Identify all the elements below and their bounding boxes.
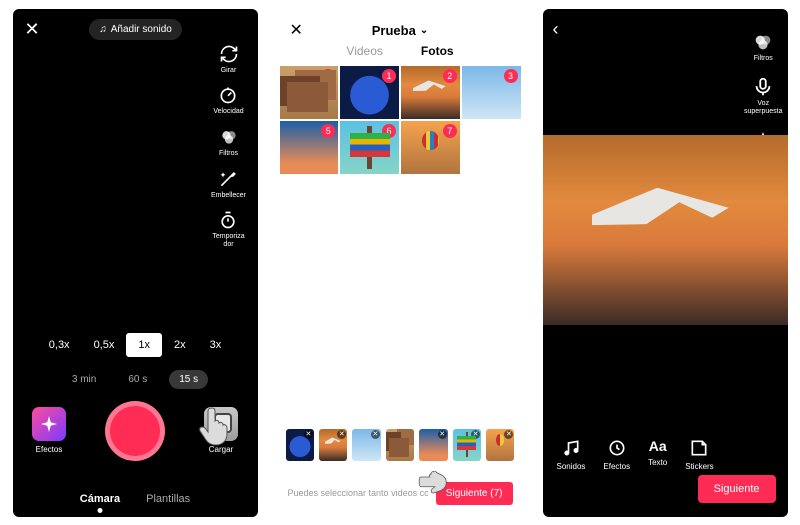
filters-icon xyxy=(752,31,774,53)
photo-cell[interactable]: 4 xyxy=(280,66,339,119)
flip-icon xyxy=(218,43,240,65)
close-icon[interactable]: ✕ xyxy=(290,20,303,40)
clock-icon xyxy=(607,438,627,458)
voiceover-button[interactable]: Voz superpuesta xyxy=(744,76,783,115)
pointer-hand-icon xyxy=(198,405,232,439)
music-note-icon: ♫ xyxy=(99,24,107,35)
selected-thumb[interactable]: ✕ xyxy=(319,429,347,461)
selected-thumb[interactable]: ✕ xyxy=(419,429,447,461)
speed-option[interactable]: 3x xyxy=(198,333,234,357)
chevron-down-icon: ⌄ xyxy=(420,25,428,36)
beautify-button[interactable]: Embellecer xyxy=(211,168,246,200)
speed-selector: 0,3x 0,5x 1x 2x 3x xyxy=(13,333,258,357)
mode-camera[interactable]: Cámara xyxy=(80,493,120,505)
speed-option[interactable]: 0,5x xyxy=(82,333,127,357)
next-button[interactable]: Siguiente xyxy=(698,475,776,503)
back-icon[interactable]: ‹ xyxy=(553,19,559,40)
photo-cell[interactable]: 2 xyxy=(401,66,460,119)
filters-button[interactable]: Filtros xyxy=(752,31,774,63)
tab-videos[interactable]: Videos xyxy=(346,44,382,58)
duration-option[interactable]: 3 min xyxy=(62,370,106,389)
remove-icon[interactable]: ✕ xyxy=(504,430,513,439)
speed-option-active[interactable]: 1x xyxy=(126,333,162,357)
timer-icon xyxy=(217,209,239,231)
text-icon: Aa xyxy=(649,438,667,454)
speed-option[interactable]: 2x xyxy=(162,333,198,357)
duration-option-active[interactable]: 15 s xyxy=(169,370,208,389)
photo-cell[interactable]: 1 xyxy=(340,66,399,119)
album-dropdown[interactable]: Prueba ⌄ xyxy=(372,23,428,38)
speed-button[interactable]: Velocidad xyxy=(213,84,243,116)
remove-icon[interactable]: ✕ xyxy=(337,430,346,439)
remove-icon[interactable]: ✕ xyxy=(471,430,480,439)
photo-cell[interactable]: 3 xyxy=(462,66,521,119)
timer-button[interactable]: Temporiza dor xyxy=(212,209,244,248)
add-sound-button[interactable]: ♫ Añadir sonido xyxy=(89,19,182,40)
camera-tools-rail: Girar Velocidad Filtros Embellecer Tempo… xyxy=(206,43,252,249)
effects-button[interactable]: Efectos xyxy=(32,407,66,454)
selected-thumb[interactable]: ✕ xyxy=(286,429,314,461)
tab-photos[interactable]: Fotos xyxy=(421,44,454,58)
video-preview[interactable] xyxy=(543,135,788,325)
effects-button[interactable]: Efectos xyxy=(603,438,630,471)
edit-bottom-tools: Sonidos Efectos Aa Texto Stickers xyxy=(543,438,788,471)
remove-icon[interactable]: ✕ xyxy=(371,430,380,439)
preview-screen: ‹ Filtros Voz superpuesta Mejorar Sonido… xyxy=(543,9,788,517)
flip-button[interactable]: Girar xyxy=(218,43,240,75)
selected-thumb[interactable]: ✕ xyxy=(352,429,380,461)
selected-thumb[interactable]: ✕ xyxy=(386,429,414,461)
remove-icon[interactable]: ✕ xyxy=(438,430,447,439)
pointer-hand-icon xyxy=(417,471,457,501)
microphone-icon xyxy=(752,76,774,98)
photo-cell[interactable]: 6 xyxy=(340,121,399,174)
camera-screen: ✕ ♫ Añadir sonido Girar Velocidad Filtro… xyxy=(13,9,258,517)
sticker-icon xyxy=(689,438,709,458)
photo-cell[interactable]: 5 xyxy=(280,121,339,174)
effects-icon xyxy=(32,407,66,441)
wand-icon xyxy=(217,168,239,190)
duration-selector: 3 min 60 s 15 s xyxy=(13,370,258,389)
stickers-button[interactable]: Stickers xyxy=(685,438,713,471)
selected-thumb[interactable]: ✕ xyxy=(453,429,481,461)
add-sound-label: Añadir sonido xyxy=(111,24,172,35)
gallery-screen: ✕ Prueba ⌄ Videos Fotos 4 1 2 3 5 6 7 ✕ … xyxy=(278,9,523,517)
speed-option[interactable]: 0,3x xyxy=(37,333,82,357)
record-button[interactable] xyxy=(105,401,165,461)
music-note-icon xyxy=(561,438,581,458)
duration-option[interactable]: 60 s xyxy=(118,370,157,389)
speedometer-icon xyxy=(217,84,239,106)
filters-button[interactable]: Filtros xyxy=(218,126,240,158)
selected-thumb[interactable]: ✕ xyxy=(486,429,514,461)
sounds-button[interactable]: Sonidos xyxy=(557,438,586,471)
filters-icon xyxy=(218,126,240,148)
mode-templates[interactable]: Plantillas xyxy=(146,493,190,505)
selection-tray: ✕ ✕ ✕ ✕ ✕ ✕ ✕ xyxy=(278,429,523,461)
remove-icon[interactable]: ✕ xyxy=(304,430,313,439)
photo-grid: 4 1 2 3 5 6 7 xyxy=(278,66,523,175)
remove-icon[interactable]: ✕ xyxy=(404,430,413,439)
photo-cell[interactable]: 7 xyxy=(401,121,460,174)
close-icon[interactable]: ✕ xyxy=(25,19,40,40)
selection-hint: Puedes seleccionar tanto videos com xyxy=(288,488,428,498)
text-button[interactable]: Aa Texto xyxy=(648,438,667,471)
